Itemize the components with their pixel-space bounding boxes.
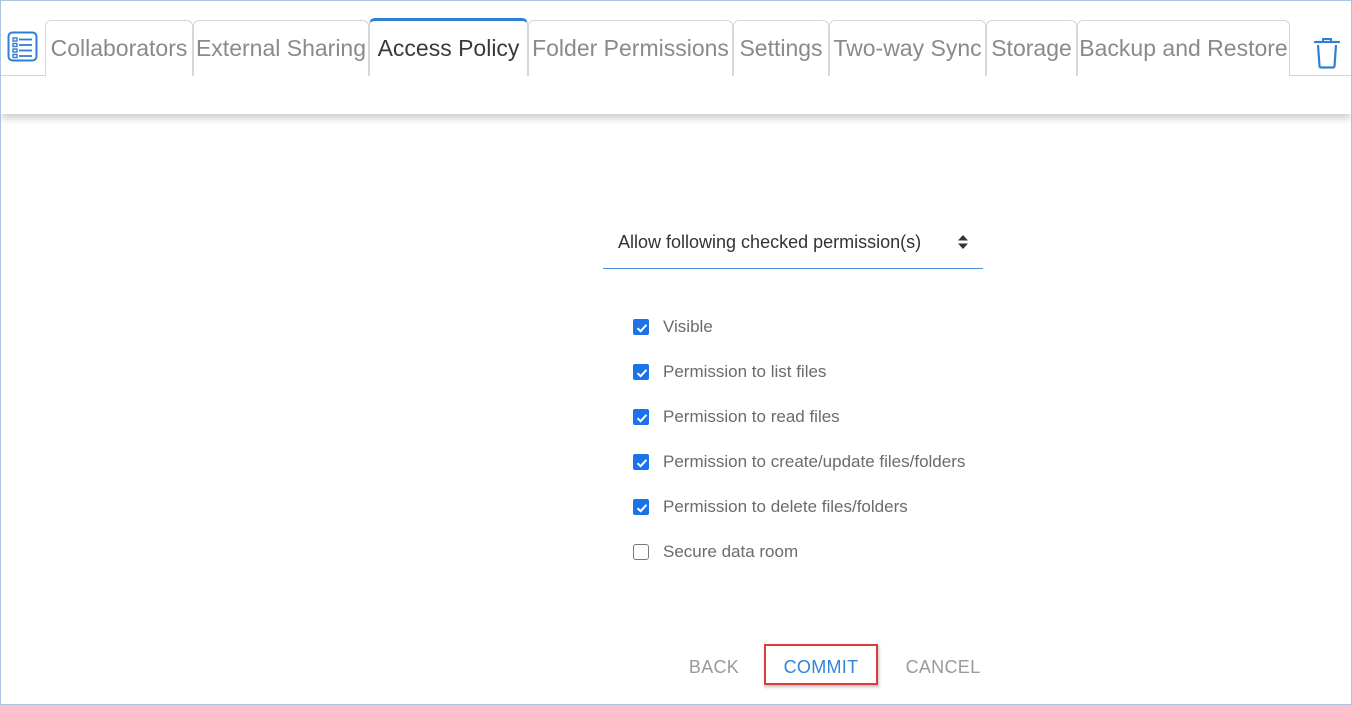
tab-two-way-sync[interactable]: Two-way Sync [829,20,986,76]
tab-external-sharing[interactable]: External Sharing [193,20,369,76]
checkbox-create-update[interactable] [633,454,649,470]
permission-secure-data-room[interactable]: Secure data room [633,538,1033,566]
checkmark-icon [636,504,648,513]
policy-select[interactable]: Allow following checked permission(s) [603,220,983,269]
permission-label: Secure data room [663,542,799,561]
permission-label: Permission to delete files/folders [663,497,908,516]
permission-delete[interactable]: Permission to delete files/folders [633,493,1033,521]
permission-visible[interactable]: Visible [633,313,1033,341]
checkmark-icon [636,414,648,423]
checkmark-icon [636,324,648,333]
tab-storage[interactable]: Storage [986,20,1077,76]
tab-bar: Collaborators External Sharing Access Po… [0,0,1352,114]
tab-backup-and-restore[interactable]: Backup and Restore [1077,20,1290,76]
permission-label: Visible [663,317,713,336]
checkmark-icon [636,369,648,378]
checkbox-secure-data-room[interactable] [633,544,649,560]
commit-button[interactable]: COMMIT [768,652,874,682]
list-menu-icon[interactable] [7,31,38,62]
cancel-button[interactable]: CANCEL [895,652,991,682]
back-button[interactable]: BACK [678,652,750,682]
checkbox-delete[interactable] [633,499,649,515]
tab-collaborators[interactable]: Collaborators [45,20,193,76]
permission-label: Permission to create/update files/folder… [663,452,966,471]
policy-select-value: Allow following checked permission(s) [618,232,922,252]
checkmark-icon [636,459,648,468]
permission-create-update[interactable]: Permission to create/update files/folder… [633,448,1033,476]
checkbox-list-files[interactable] [633,364,649,380]
checkbox-read-files[interactable] [633,409,649,425]
tab-access-policy[interactable]: Access Policy [369,18,528,77]
tab-settings[interactable]: Settings [733,20,829,76]
permission-read-files[interactable]: Permission to read files [633,403,1033,431]
tab-folder-permissions[interactable]: Folder Permissions [528,20,733,76]
checkbox-visible[interactable] [633,319,649,335]
permission-label: Permission to list files [663,362,827,381]
trash-icon[interactable] [1313,36,1341,69]
sort-arrows-icon [958,235,968,249]
permission-list-files[interactable]: Permission to list files [633,358,1033,386]
permission-label: Permission to read files [663,407,840,426]
